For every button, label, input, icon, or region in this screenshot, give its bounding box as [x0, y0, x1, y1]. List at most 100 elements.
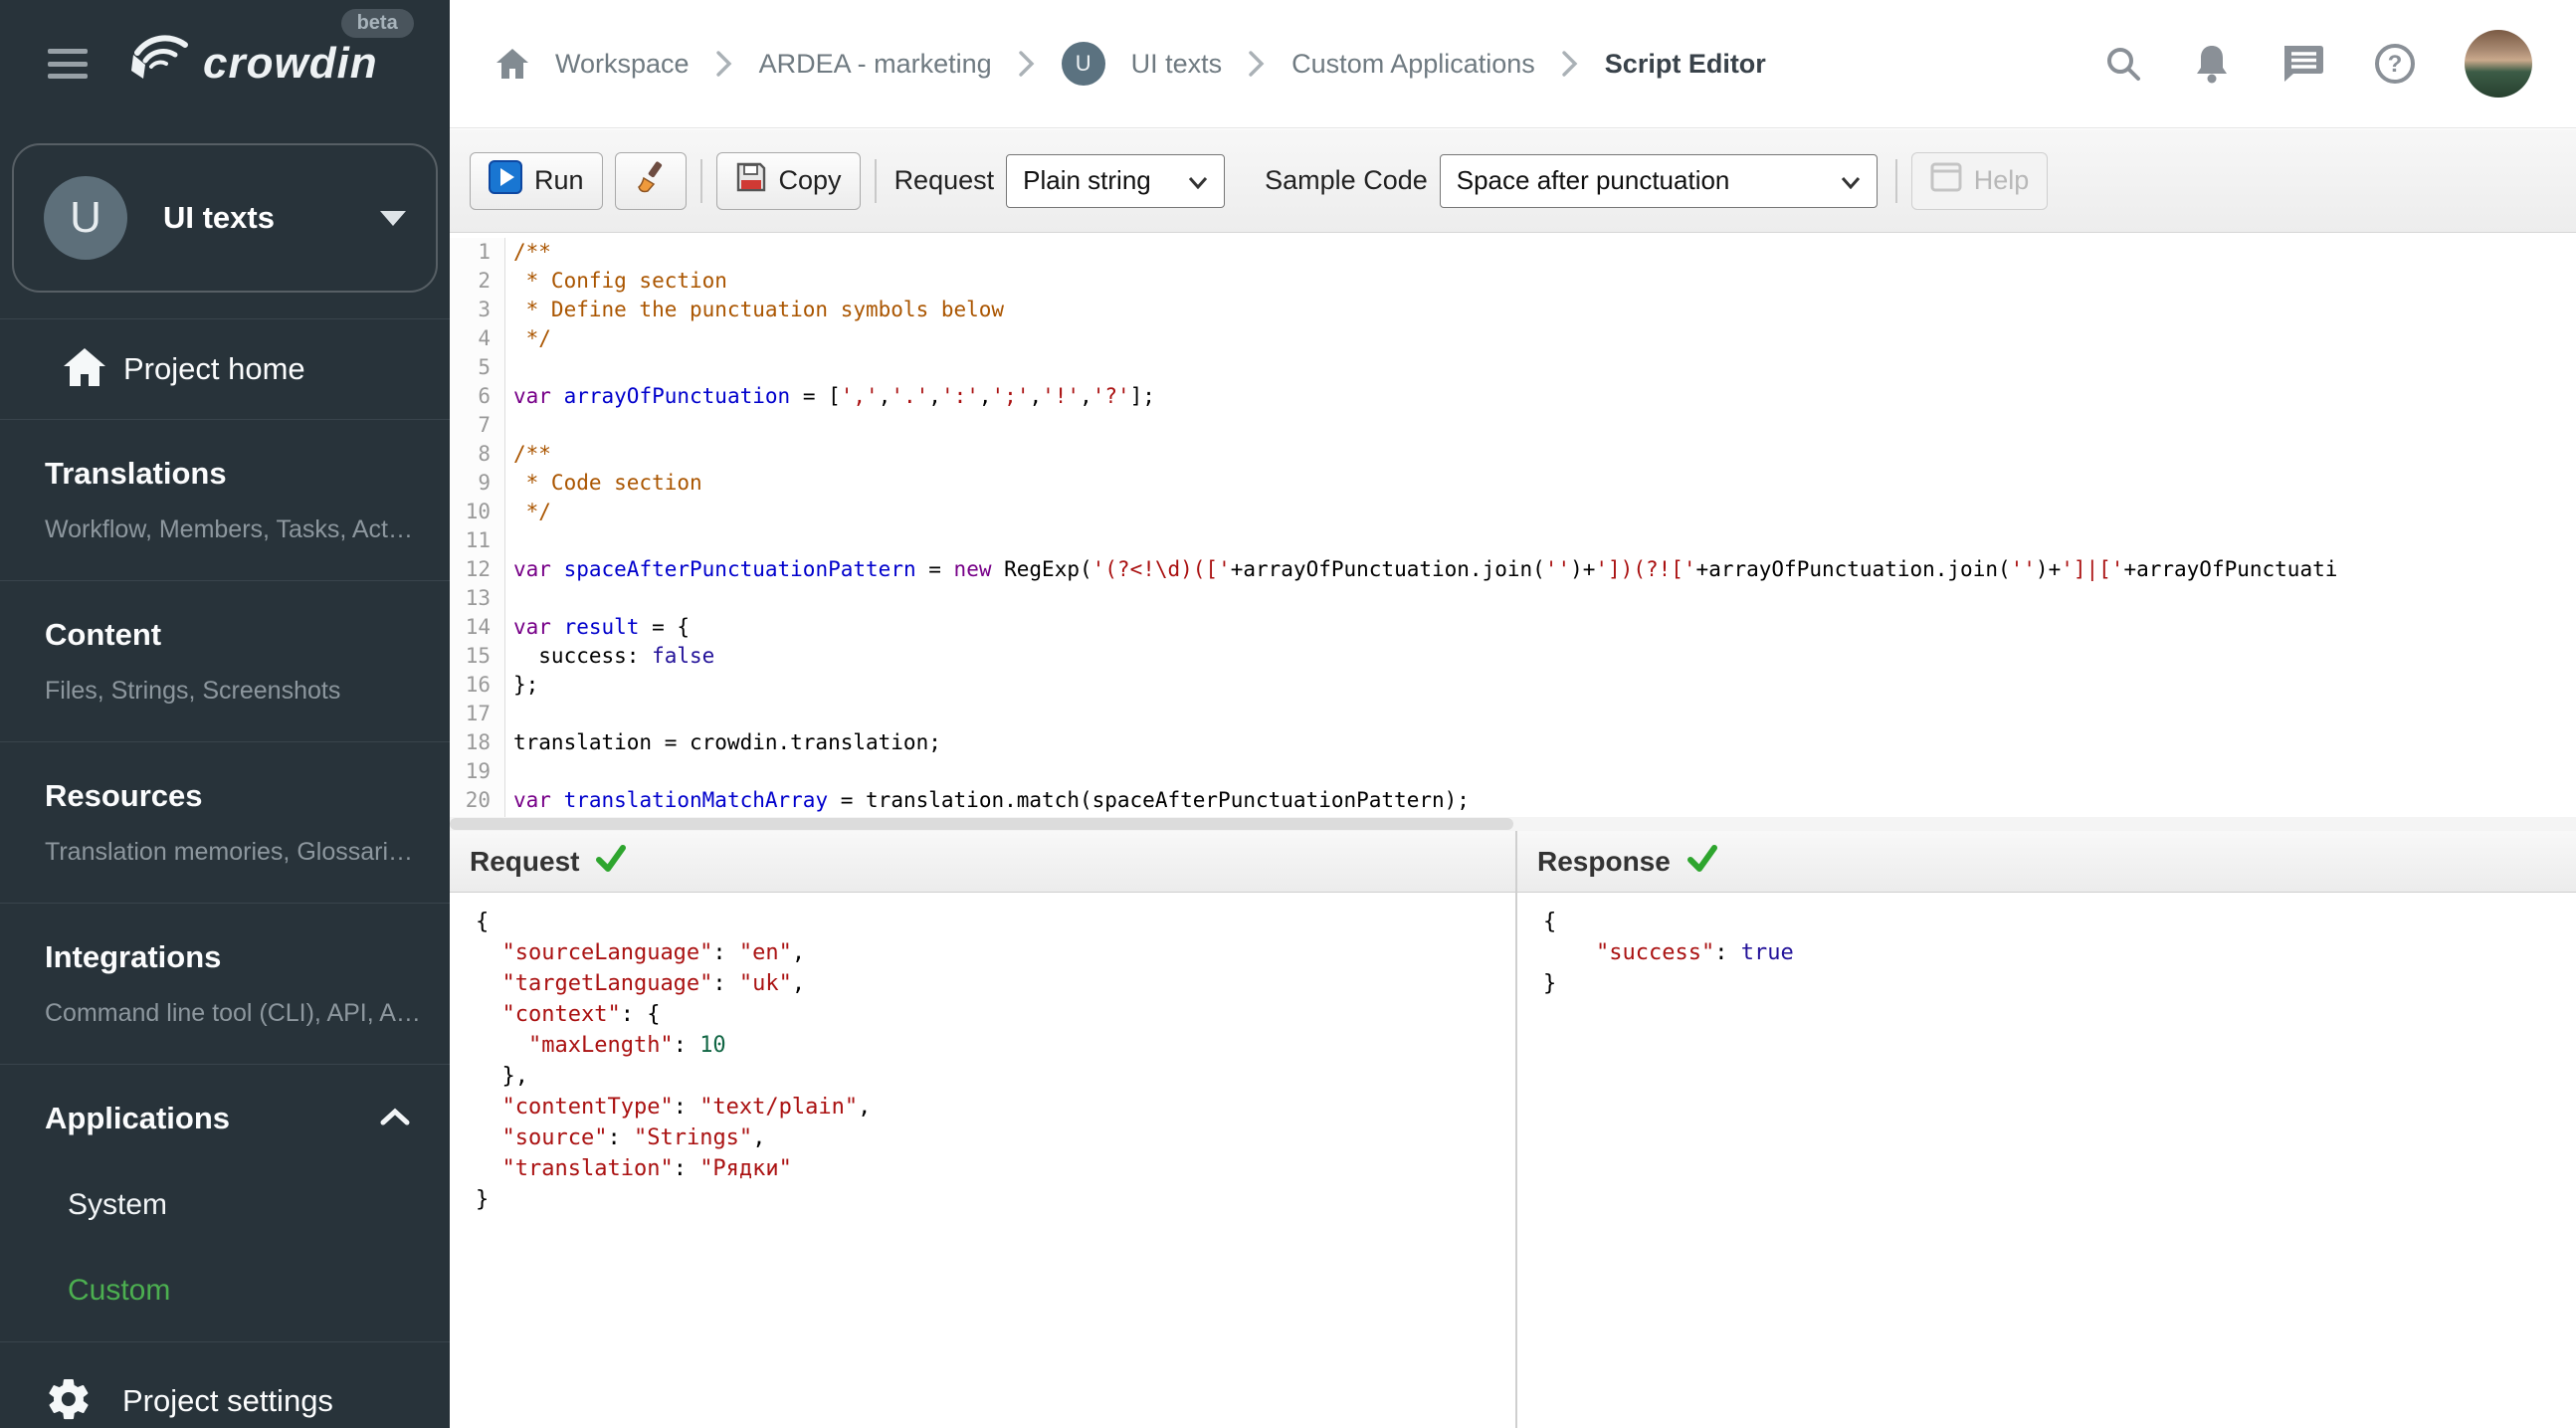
line-number: 1 [450, 238, 505, 267]
code-editor[interactable]: 1/** 2 * Config section 3 * Define the pun… [450, 234, 2576, 831]
line-number: 8 [450, 440, 505, 469]
line-number: 13 [450, 584, 505, 613]
code-line: 3 * Define the punctuation symbols below [450, 296, 2576, 324]
chevron-right-icon [715, 50, 733, 78]
line-number: 2 [450, 267, 505, 296]
chevron-right-icon [1561, 50, 1579, 78]
code-line: 9 * Code section [450, 469, 2576, 498]
section-subtitle: Command line tool (CLI), API, A… [45, 999, 421, 1027]
code-line: 16}; [450, 671, 2576, 700]
json-line: }, [476, 1064, 528, 1089]
breadcrumb-home-icon[interactable] [495, 48, 529, 80]
chevron-right-icon [1248, 50, 1266, 78]
line-number: 19 [450, 757, 505, 786]
request-panel-title: Request [470, 845, 580, 877]
sample-code-value: Space after punctuation [1456, 165, 1730, 195]
crowdin-logo[interactable]: crowdin beta [123, 8, 414, 98]
response-json[interactable]: { "success": true} [1517, 893, 2576, 1428]
json-line: "source": "Strings", [501, 1125, 766, 1150]
horizontal-scrollbar-thumb[interactable] [450, 818, 1513, 830]
request-json[interactable]: { "sourceLanguage": "en", "targetLanguag… [450, 893, 1515, 1428]
breadcrumb-project-avatar: U [1061, 42, 1105, 86]
toolbar-separator [874, 158, 877, 203]
breadcrumb-item[interactable]: Custom Applications [1291, 49, 1535, 80]
json-line: } [1543, 971, 1557, 996]
breadcrumb-item[interactable]: ARDEA - marketing [759, 49, 992, 80]
line-number: 6 [450, 382, 505, 411]
sample-code-label: Sample Code [1265, 165, 1428, 195]
code-line: 15 success: false [450, 642, 2576, 671]
messages-icon[interactable] [2279, 43, 2325, 85]
line-number: 17 [450, 700, 505, 728]
request-type-select[interactable]: Plain string [1006, 153, 1226, 208]
crowdin-logo-mark-icon [123, 31, 193, 98]
project-avatar: U [44, 176, 127, 260]
json-line: "maxLength": 10 [527, 1033, 726, 1058]
response-panel-header: Response [1517, 831, 2576, 893]
breadcrumb-item[interactable]: UI texts [1131, 49, 1223, 80]
sidebar-item-custom[interactable]: Custom [45, 1274, 410, 1308]
project-selector[interactable]: U UI texts [12, 143, 438, 293]
run-button[interactable]: Run [470, 151, 603, 210]
json-line: } [476, 1187, 490, 1212]
code-line: 12 var spaceAfterPunctuationPattern = new… [450, 555, 2576, 584]
sidebar-item-content[interactable]: Content Files, Strings, Screenshots [0, 581, 450, 741]
breadcrumb: Workspace ARDEA - marketing U UI texts C… [450, 42, 1766, 86]
sidebar-item-project-home[interactable]: Project home [0, 319, 450, 419]
horizontal-scrollbar [450, 817, 2576, 831]
json-line: "sourceLanguage": "en", [501, 940, 806, 965]
project-name: UI texts [163, 200, 275, 235]
beta-badge: beta [340, 8, 414, 38]
sidebar-item-project-settings[interactable]: Project settings [0, 1342, 450, 1428]
line-number: 20 [450, 786, 505, 815]
sidebar: crowdin beta U UI texts Project home Tra… [0, 0, 450, 1428]
toolbar-separator [1894, 158, 1897, 203]
format-brush-button[interactable] [614, 151, 687, 210]
line-number: 15 [450, 642, 505, 671]
request-panel-header: Request [450, 831, 1515, 893]
script-editor-toolbar: Run Copy Request Plain string Sample Cod… [450, 129, 2576, 233]
gear-icon [45, 1375, 93, 1428]
chevron-right-icon [1018, 50, 1036, 78]
line-number: 11 [450, 526, 505, 555]
code-line: 11 [450, 526, 2576, 555]
help-icon[interactable]: ? [2373, 42, 2417, 86]
copy-button-label: Copy [778, 165, 842, 195]
sidebar-item-label: Project home [123, 351, 305, 386]
home-icon [62, 346, 107, 393]
help-button[interactable]: Help [1910, 151, 2049, 210]
section-title: Translations [45, 456, 227, 491]
save-floppy-icon [735, 161, 767, 200]
request-success-check-icon [595, 844, 627, 879]
breadcrumb-item[interactable]: Workspace [555, 49, 690, 80]
hamburger-menu-icon[interactable] [48, 49, 88, 79]
code-line: 5 [450, 353, 2576, 382]
section-subtitle: Workflow, Members, Tasks, Act… [45, 515, 414, 543]
copy-button[interactable]: Copy [715, 151, 861, 210]
notifications-bell-icon[interactable] [2192, 42, 2232, 86]
sidebar-item-integrations[interactable]: Integrations Command line tool (CLI), AP… [0, 904, 450, 1064]
editor-lines: 1/** 2 * Config section 3 * Define the pun… [450, 234, 2576, 817]
run-button-label: Run [534, 165, 584, 195]
code-line: 19 [450, 757, 2576, 786]
topbar-icons: ? [2102, 30, 2576, 98]
line-number: 4 [450, 324, 505, 353]
sidebar-item-system[interactable]: System [45, 1188, 410, 1222]
section-title: Integrations [45, 939, 222, 974]
section-title: Content [45, 617, 162, 652]
json-line: "success": true [1595, 940, 1794, 965]
json-line: "contentType": "text/plain", [501, 1095, 872, 1120]
code-line: 7 [450, 411, 2576, 440]
sidebar-item-resources[interactable]: Resources Translation memories, Glossari… [0, 742, 450, 903]
chevron-down-icon [1819, 165, 1861, 196]
line-number: 16 [450, 671, 505, 700]
user-avatar[interactable] [2465, 30, 2532, 98]
sidebar-item-applications[interactable]: Applications [45, 1101, 410, 1136]
chevron-down-icon [1166, 165, 1208, 196]
sample-code-select[interactable]: Space after punctuation [1439, 153, 1878, 208]
section-title: Applications [45, 1101, 231, 1135]
sidebar-header: crowdin beta [0, 0, 450, 127]
code-line: 6 var arrayOfPunctuation = [',','.',':','… [450, 382, 2576, 411]
search-icon[interactable] [2102, 43, 2144, 85]
sidebar-item-translations[interactable]: Translations Workflow, Members, Tasks, A… [0, 420, 450, 580]
